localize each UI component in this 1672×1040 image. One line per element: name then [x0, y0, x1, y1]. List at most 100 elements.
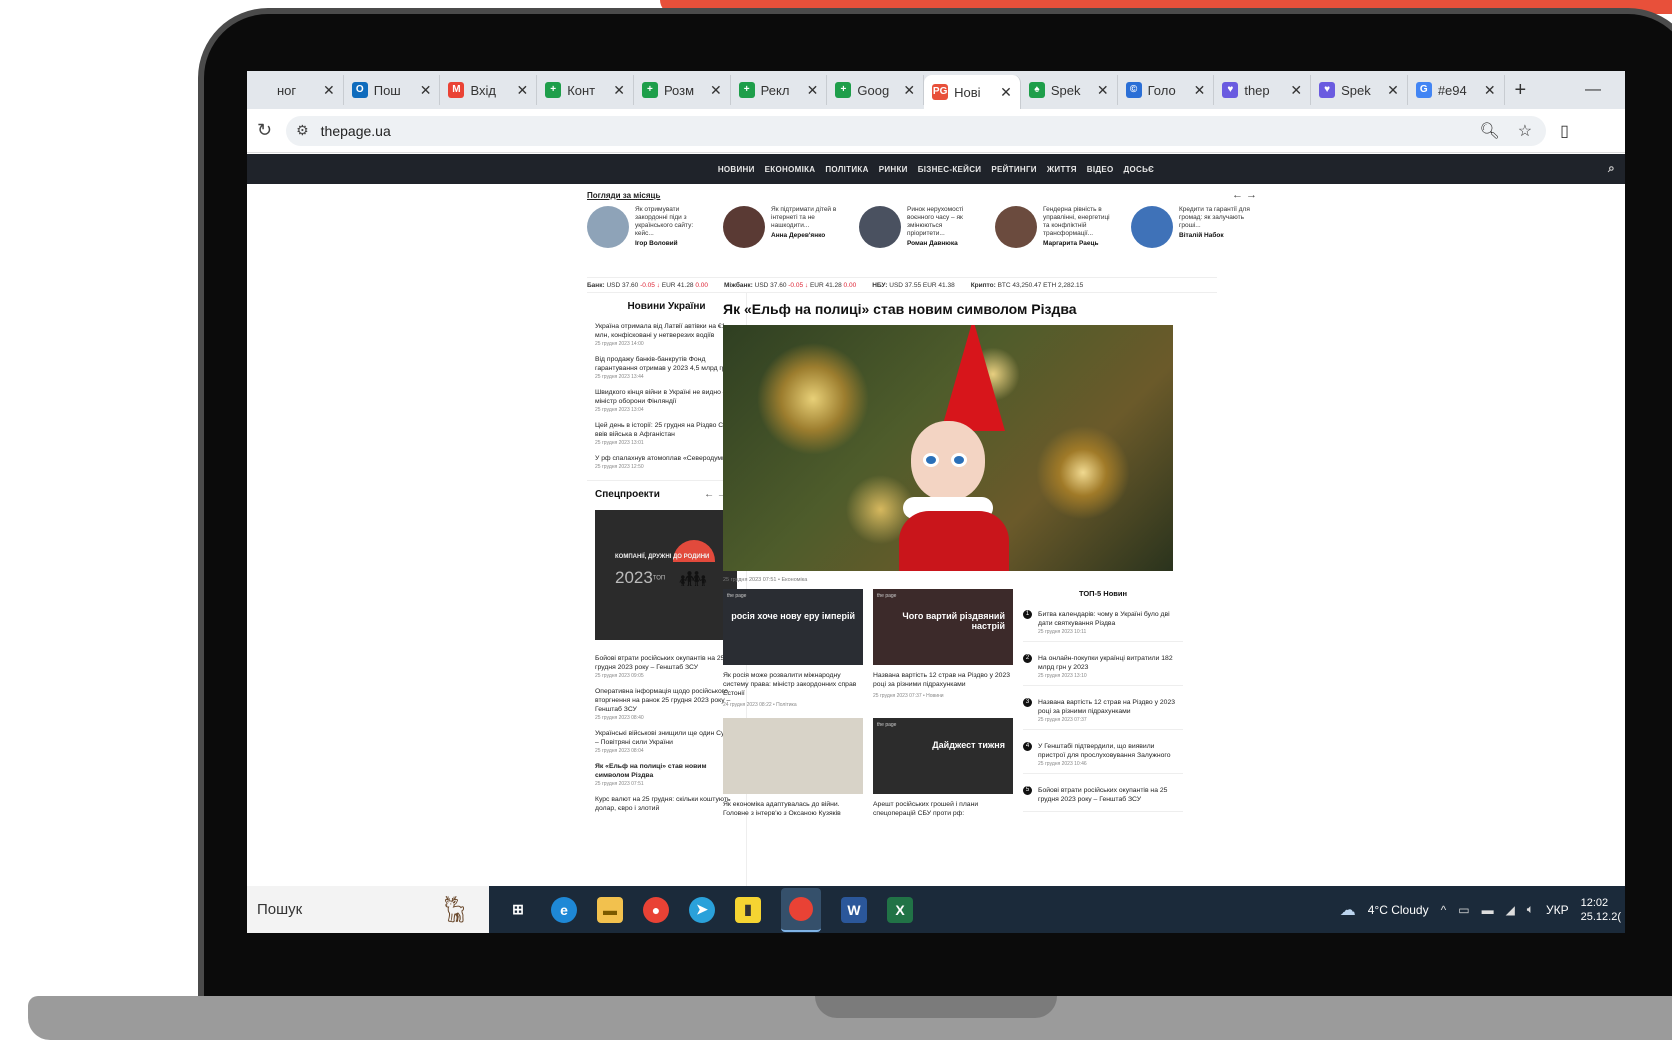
minimize-button[interactable]: —	[1585, 81, 1601, 99]
top5-item[interactable]: 3 Названа вартість 12 страв на Різдво у 2…	[1023, 698, 1183, 730]
cloud-icon[interactable]: ☁	[1340, 900, 1356, 920]
avatar[interactable]	[587, 206, 629, 248]
site-info-icon[interactable]: ⚙	[296, 122, 309, 139]
popular-card[interactable]: Як отримувати закордонні піди з українсь…	[587, 206, 707, 248]
article-title[interactable]: Як «Ельф на полиці» став новим символом …	[723, 301, 1193, 317]
browser-tab[interactable]: M Вхід ✕	[440, 75, 538, 105]
news-item[interactable]: Як «Ельф на полиці» став новим символом …	[595, 762, 738, 787]
close-tab-icon[interactable]: ✕	[420, 82, 432, 99]
news-title[interactable]: Цей день в історії: 25 грудня на Різдво …	[595, 421, 738, 439]
news-item[interactable]: Від продажу банків-банкрутів Фонд гарант…	[595, 355, 738, 380]
article-card[interactable]: the page Дайджест тижня Арешт російських г…	[873, 718, 1013, 822]
news-title[interactable]: Швидкого кінця війни в Україні не видно …	[595, 388, 738, 406]
popular-card-author[interactable]: Маргарита Раець	[1043, 240, 1115, 248]
news-title[interactable]: Бойові втрати російських окупантів на 25…	[595, 654, 738, 672]
popular-card-title[interactable]: Гендерна рівність в управлінні, енергети…	[1043, 206, 1110, 237]
article-card[interactable]: the page росія хоче нову еру імперій Як ро…	[723, 589, 863, 708]
nav-item[interactable]: БІЗНЕС-КЕЙСИ	[918, 165, 982, 174]
nav-item[interactable]: ЕКОНОМІКА	[765, 165, 816, 174]
browser-tab[interactable]: PG Нові ✕	[924, 75, 1021, 109]
nav-item[interactable]: РИНКИ	[879, 165, 908, 174]
popular-card[interactable]: Ринок нерухомості воєнного часу – як змі…	[859, 206, 979, 248]
popular-title[interactable]: Погляди за місяць	[587, 191, 1257, 200]
browser-tab[interactable]: + Goog ✕	[827, 75, 925, 105]
article-card-image[interactable]: the page росія хоче нову еру імперій	[723, 589, 863, 665]
popular-card-author[interactable]: Роман Давнюка	[907, 240, 979, 248]
article-card-image[interactable]: the page Чого вартий різдвяний настрій	[873, 589, 1013, 665]
top5-title[interactable]: Бойові втрати російських окупантів на 25…	[1038, 786, 1183, 804]
article-card-image[interactable]	[723, 718, 863, 794]
nav-item[interactable]: РЕЙТИНГИ	[991, 165, 1037, 174]
news-item[interactable]: Курс валют на 25 грудня: скільки коштуют…	[595, 795, 738, 813]
close-tab-icon[interactable]: ✕	[1194, 82, 1206, 99]
avatar[interactable]	[723, 206, 765, 248]
top5-item[interactable]: 2 На онлайн-покупки українці витратили 18…	[1023, 654, 1183, 686]
close-tab-icon[interactable]: ✕	[1097, 82, 1109, 99]
url-text[interactable]: thepage.ua	[321, 123, 391, 139]
article-card-title[interactable]: Як росія може розвалити міжнародну систе…	[723, 671, 863, 698]
popular-card-title[interactable]: Як отримувати закордонні піди з українсь…	[635, 206, 693, 237]
popular-card-author[interactable]: Ігор Воловий	[635, 240, 707, 248]
news-title[interactable]: Українські військові знищили ще один Су-…	[595, 729, 738, 747]
popular-card-author[interactable]: Анна Дерев'янко	[771, 232, 843, 240]
news-title[interactable]: Від продажу банків-банкрутів Фонд гарант…	[595, 355, 738, 373]
weather-text[interactable]: 4°C Cloudy	[1368, 903, 1429, 917]
bookmark-star-icon[interactable]: ☆	[1518, 121, 1532, 141]
browser-tab[interactable]: ♥ thep ✕	[1214, 75, 1312, 105]
browser-tab[interactable]: G #e94 ✕	[1408, 75, 1505, 105]
promo-banner[interactable]: КОМПАНІЇ, ДРУЖНІ ДО РОДИНИ 2023ТОП 👪︎	[595, 510, 737, 640]
close-tab-icon[interactable]: ✕	[1290, 82, 1302, 99]
news-title[interactable]: Як «Ельф на полиці» став новим символом …	[595, 762, 738, 780]
popular-card[interactable]: Кредити та гарантії для громад: як залуч…	[1131, 206, 1251, 248]
nav-item[interactable]: ВІДЕО	[1087, 165, 1114, 174]
browser-tab[interactable]: + Рекл ✕	[731, 75, 828, 105]
news-item[interactable]: Україна отримала від Латвії автівки на €…	[595, 322, 738, 347]
article-card-title[interactable]: Як економіка адаптувалась до війни. Голо…	[723, 800, 863, 818]
nav-item[interactable]: ЖИТТЯ	[1047, 165, 1077, 174]
chrome-icon[interactable]: ●	[643, 896, 669, 923]
top5-title[interactable]: Битва календарів: чому в Україні було дв…	[1038, 610, 1183, 628]
popular-card[interactable]: Як підтримати дітей в інтернеті та не на…	[723, 206, 843, 248]
tray-battery-icon[interactable]: ▬	[1482, 903, 1494, 917]
article-hero-image[interactable]	[723, 325, 1173, 571]
zoom-icon[interactable]: 🔍︎	[1479, 121, 1499, 141]
close-tab-icon[interactable]: ✕	[1484, 82, 1496, 99]
browser-tab[interactable]: ног ✕	[247, 75, 344, 105]
browser-tab[interactable]: ♠ Spek ✕	[1021, 75, 1118, 105]
close-tab-icon[interactable]: ✕	[710, 82, 722, 99]
article-card[interactable]: the page Чого вартий різдвяний настрій Наз…	[873, 589, 1013, 708]
avatar[interactable]	[859, 206, 901, 248]
article-card-title[interactable]: Арешт російських грошей і плани спецопер…	[873, 800, 1013, 818]
taskbar-search[interactable]: Пошук 🦌︎	[247, 886, 489, 933]
news-item[interactable]: Бойові втрати російських окупантів на 25…	[595, 654, 738, 679]
news-title[interactable]: Оперативна інформація щодо російського в…	[595, 687, 738, 714]
word-icon[interactable]: W	[841, 896, 867, 923]
browser-tab[interactable]: © Голо ✕	[1118, 75, 1215, 105]
nav-item[interactable]: ДОСЬЄ	[1124, 165, 1155, 174]
close-tab-icon[interactable]: ✕	[323, 82, 335, 99]
news-title[interactable]: Курс валют на 25 грудня: скільки коштуют…	[595, 795, 738, 813]
side-panel-icon[interactable]: ▯	[1560, 121, 1569, 141]
site-search-icon[interactable]: ⌕	[1608, 161, 1615, 176]
popular-card[interactable]: Гендерна рівність в управлінні, енергети…	[995, 206, 1115, 248]
popular-arrows-icon[interactable]: ← →	[1232, 189, 1257, 201]
top5-item[interactable]: 4 У Генштабі підтвердили, що виявили прис…	[1023, 742, 1183, 774]
chrome-active-icon[interactable]	[781, 887, 821, 932]
article-card-image[interactable]: the page Дайджест тижня	[873, 718, 1013, 794]
close-tab-icon[interactable]: ✕	[1387, 82, 1399, 99]
close-tab-icon[interactable]: ✕	[807, 82, 819, 99]
edge-icon[interactable]: e	[551, 896, 577, 923]
browser-tab[interactable]: O Пош ✕	[344, 75, 441, 105]
news-item[interactable]: У рф спалахнув атомоплав «Северодумка» 25…	[595, 454, 738, 470]
excel-icon[interactable]: X	[887, 896, 913, 923]
new-tab-button[interactable]: +	[1515, 79, 1527, 102]
taskbar-search-text[interactable]: Пошук	[257, 901, 302, 918]
popular-card-title[interactable]: Ринок нерухомості воєнного часу – як змі…	[907, 206, 963, 237]
tray-volume-icon[interactable]: 🔈︎	[1527, 902, 1534, 917]
telegram-icon[interactable]: ➤	[689, 896, 715, 923]
special-projects-heading[interactable]: Спецпроекти	[595, 489, 660, 500]
news-item[interactable]: Швидкого кінця війни в Україні не видно …	[595, 388, 738, 413]
article-card-title[interactable]: Названа вартість 12 страв на Різдво у 20…	[873, 671, 1013, 689]
popular-card-title[interactable]: Кредити та гарантії для громад: як залуч…	[1179, 206, 1250, 229]
browser-tab[interactable]: ♥ Spek ✕	[1311, 75, 1408, 105]
